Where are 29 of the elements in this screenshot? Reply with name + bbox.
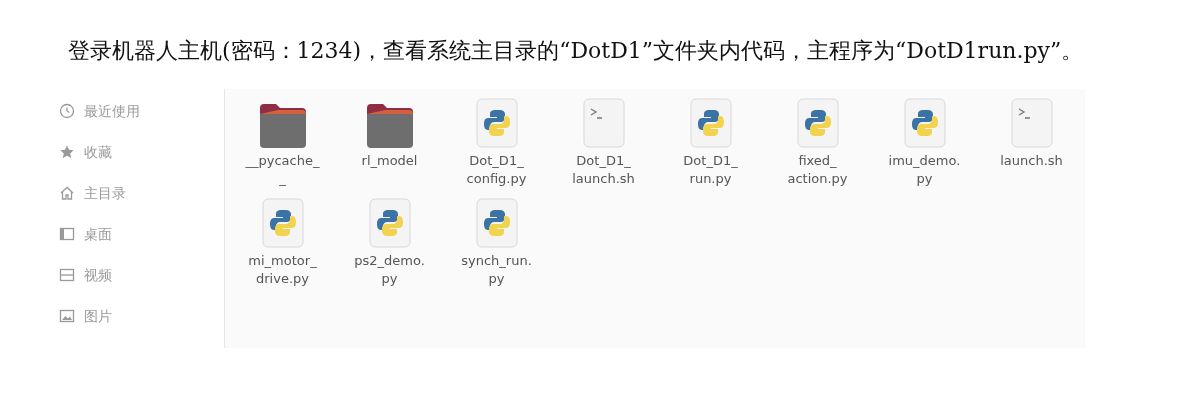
python-file-icon (903, 98, 946, 148)
python-file-icon (261, 198, 304, 248)
clock-icon (59, 103, 75, 119)
desktop-icon (59, 226, 75, 242)
folder-icon (364, 102, 415, 148)
file-name[interactable]: fixed_ action.py (787, 152, 848, 188)
file-name[interactable]: imu_demo. py (888, 152, 961, 188)
file-name[interactable]: launch.sh (1000, 152, 1063, 170)
file-name[interactable]: synch_run. py (461, 252, 532, 288)
file-name[interactable]: rl_model (361, 152, 418, 170)
python-file-icon (475, 98, 518, 148)
python-file-icon (796, 98, 839, 148)
python-file-icon (475, 198, 518, 248)
file-name[interactable]: Dot_D1_ launch.sh (572, 152, 635, 188)
folder-icon (257, 102, 308, 148)
image-icon (59, 308, 75, 324)
terminal-file-icon (1010, 98, 1053, 148)
file-name[interactable]: Dot_D1_ config.py (466, 152, 527, 188)
python-file-icon (689, 98, 732, 148)
python-file-icon (368, 198, 411, 248)
star-icon (59, 144, 75, 160)
video-icon (59, 267, 75, 283)
instruction-paragraph: 登录机器人主机(密码：1234)，查看系统主目录的“DotD1”文件夹内代码，主程序为“DotD1run.py”。 (67, 37, 1085, 65)
home-icon (59, 185, 75, 201)
file-name[interactable]: ps2_demo. py (354, 252, 425, 288)
file-name[interactable]: mi_motor_ drive.py (248, 252, 317, 288)
file-name[interactable]: Dot_D1_ run.py (683, 152, 738, 188)
terminal-file-icon (582, 98, 625, 148)
file-name[interactable]: __pycache_ _ (245, 152, 320, 188)
